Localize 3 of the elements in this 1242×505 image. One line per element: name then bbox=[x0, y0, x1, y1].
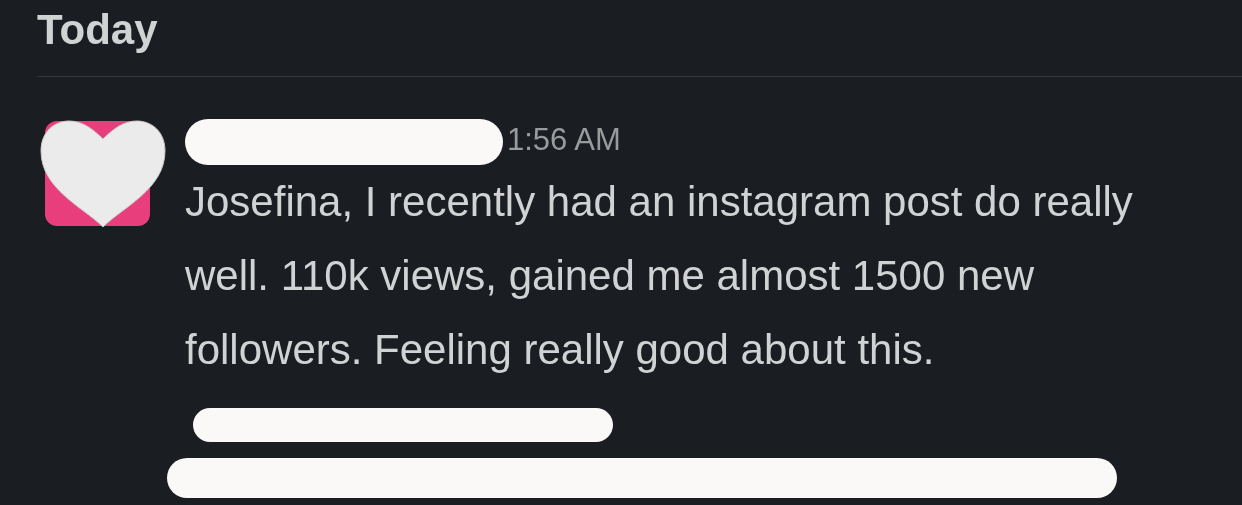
day-label: Today bbox=[37, 6, 158, 54]
message-text: Josefina, I recently had an instagram post do really well. 110k views, gained me almost 1500 new followers. Feeling really good about this. bbox=[185, 178, 1133, 373]
timestamp[interactable]: 1:56 AM bbox=[507, 122, 621, 158]
